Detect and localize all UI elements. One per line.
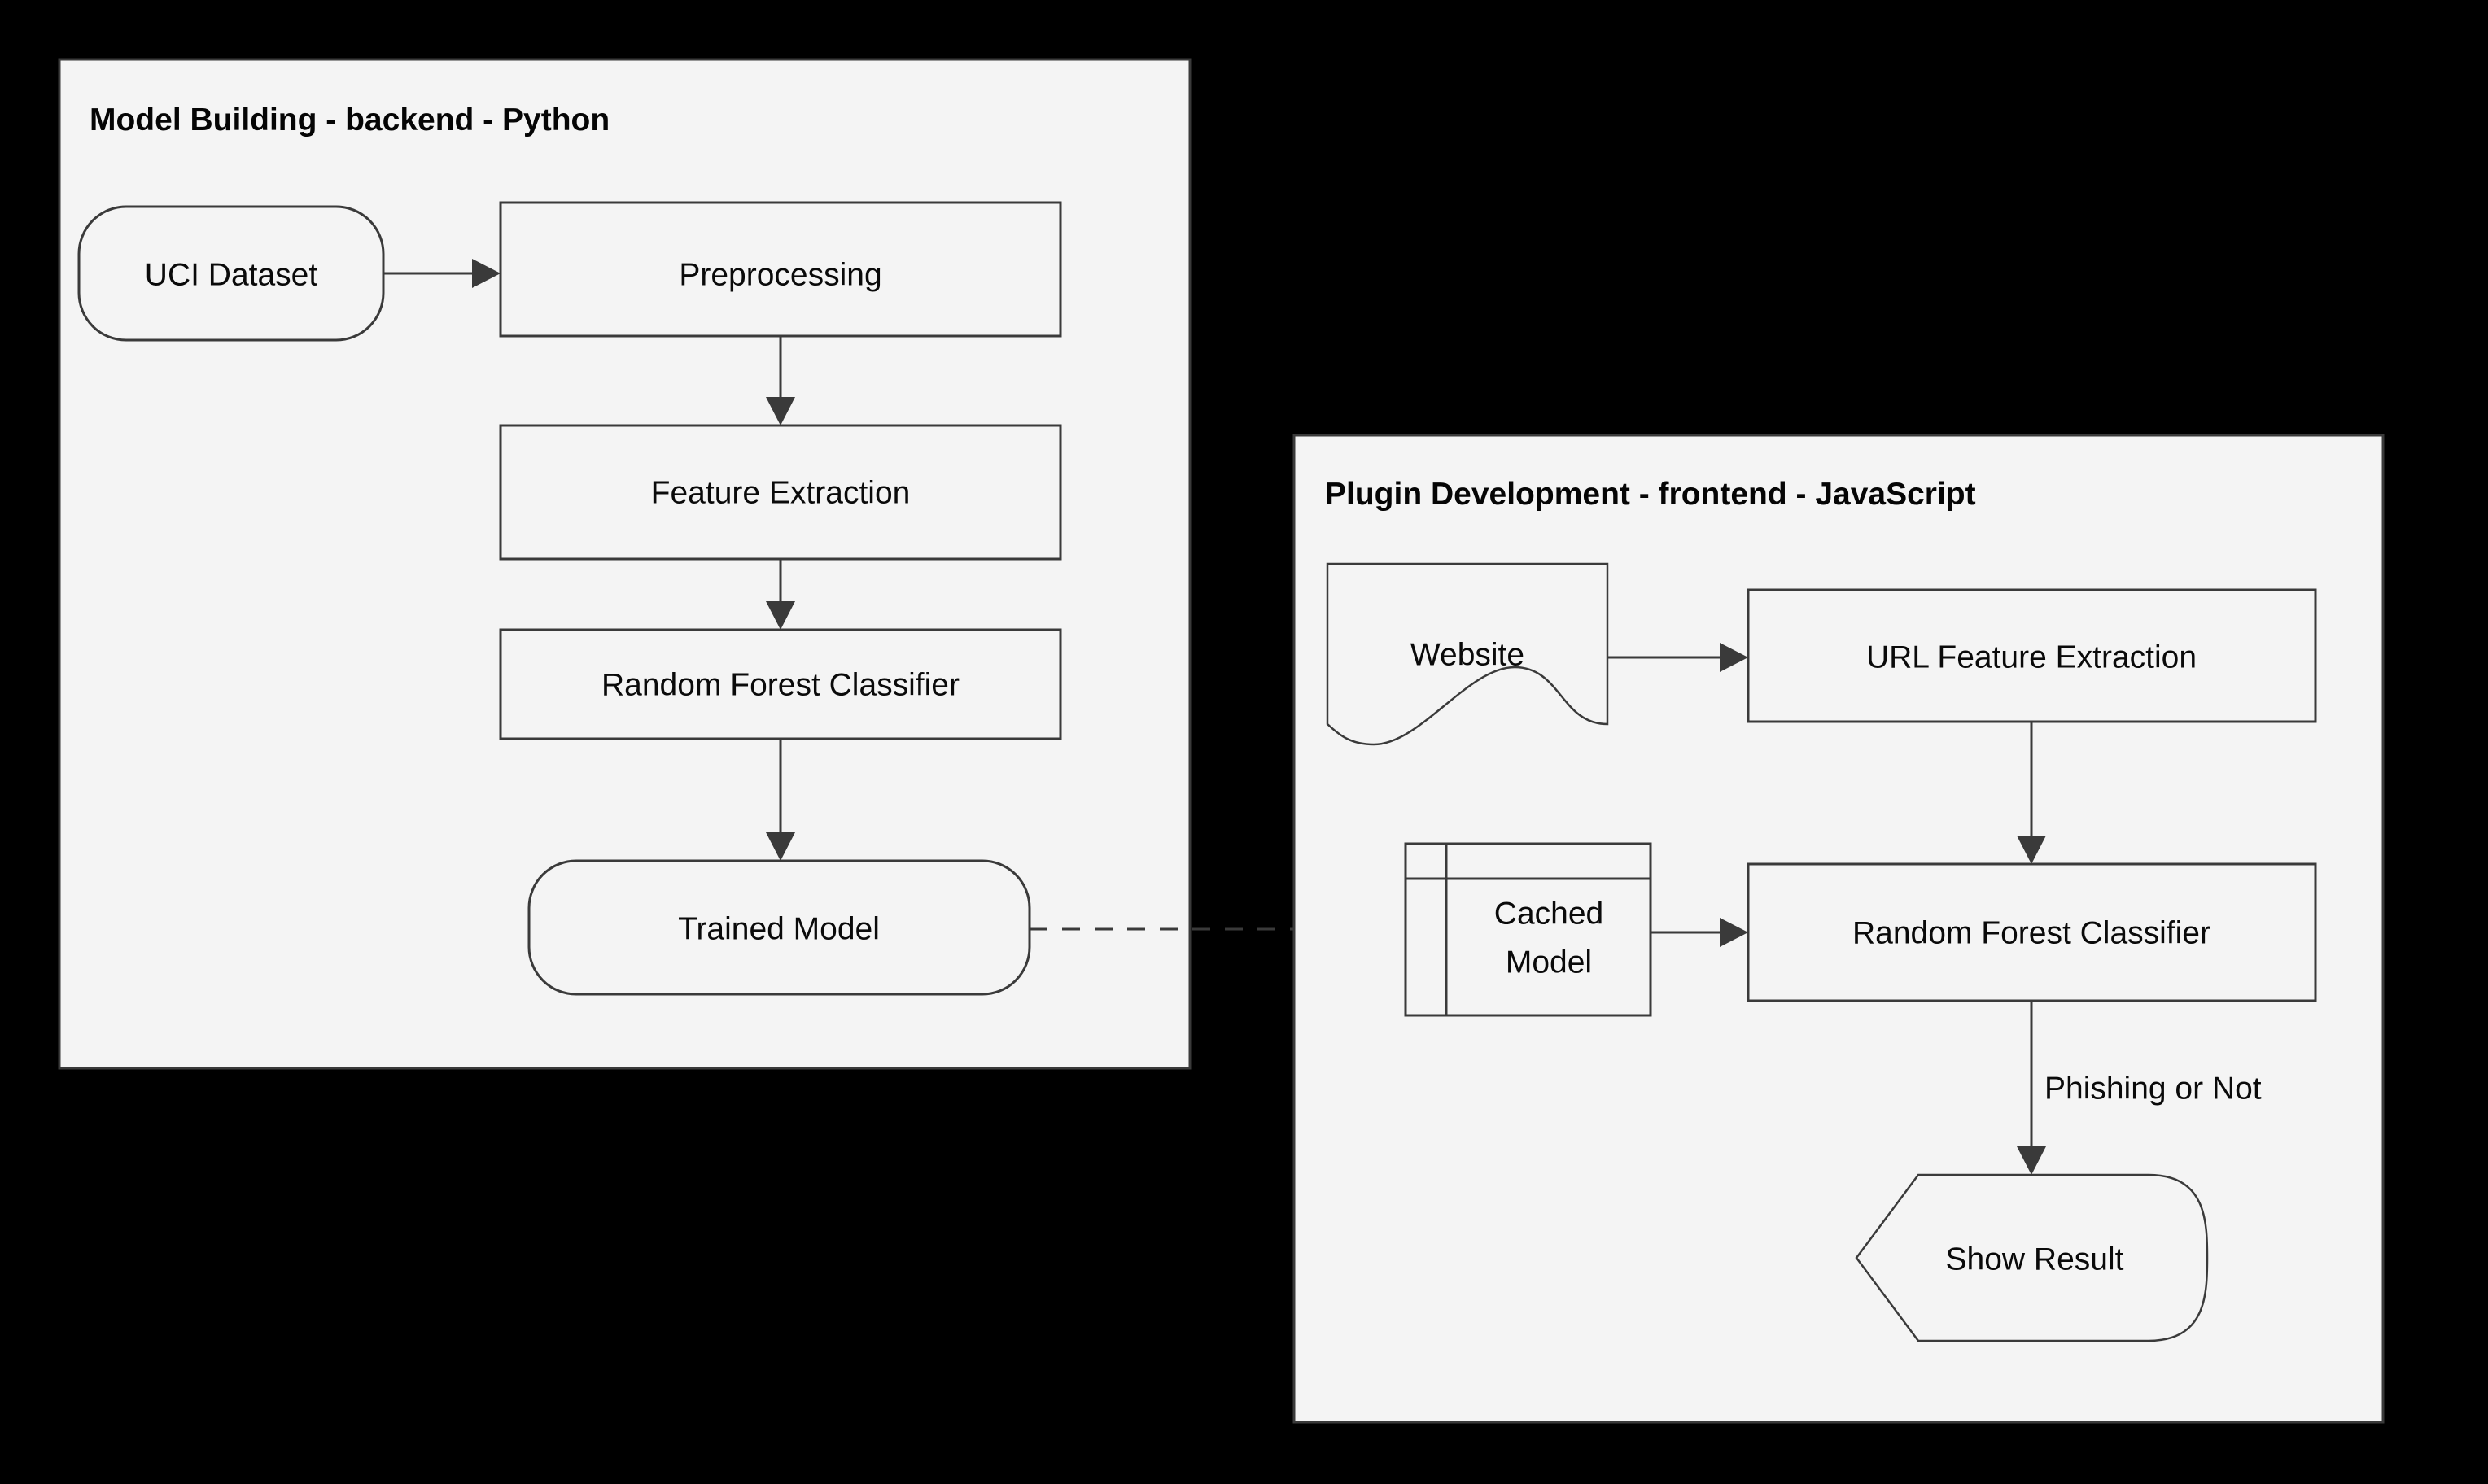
diagram-canvas: Model Building - backend - Python UCI Da… bbox=[0, 0, 2488, 1484]
node-url-feature-extraction[interactable]: URL Feature Extraction bbox=[1747, 588, 2317, 723]
architecture-diagram: Model Building - backend - Python UCI Da… bbox=[58, 58, 2385, 1424]
feature-extraction-label: Feature Extraction bbox=[651, 476, 911, 511]
node-preprocessing[interactable]: Preprocessing bbox=[499, 201, 1062, 338]
website-label: Website bbox=[1410, 638, 1524, 673]
node-feature-extraction[interactable]: Feature Extraction bbox=[499, 424, 1062, 561]
trained-model-label: Trained Model bbox=[678, 912, 880, 947]
node-uci-dataset[interactable]: UCI Dataset bbox=[77, 205, 385, 342]
node-frontend-random-forest-classifier[interactable]: Random Forest Classifier bbox=[1747, 862, 2317, 1002]
frontend-classifier-label: Random Forest Classifier bbox=[1852, 916, 2210, 951]
backend-panel-title: Model Building - backend - Python bbox=[90, 103, 610, 137]
node-trained-model[interactable]: Trained Model bbox=[527, 859, 1031, 996]
uci-dataset-label: UCI Dataset bbox=[145, 258, 318, 293]
node-show-result[interactable]: Show Result bbox=[1855, 1173, 2209, 1342]
node-backend-random-forest-classifier[interactable]: Random Forest Classifier bbox=[499, 628, 1062, 740]
backend-classifier-label: Random Forest Classifier bbox=[601, 668, 960, 703]
frontend-panel-title: Plugin Development - frontend - JavaScri… bbox=[1325, 477, 1976, 512]
show-result-label: Show Result bbox=[1946, 1242, 2124, 1277]
cached-model-label-line1: Cached bbox=[1494, 897, 1603, 932]
url-feature-extraction-label: URL Feature Extraction bbox=[1866, 640, 2197, 675]
preprocessing-label: Preprocessing bbox=[679, 258, 881, 293]
cached-model-label-line2: Model bbox=[1506, 945, 1592, 980]
node-cached-model[interactable]: Cached Model bbox=[1404, 842, 1652, 1017]
edge-label-phishing-or-not: Phishing or Not bbox=[2044, 1072, 2262, 1106]
